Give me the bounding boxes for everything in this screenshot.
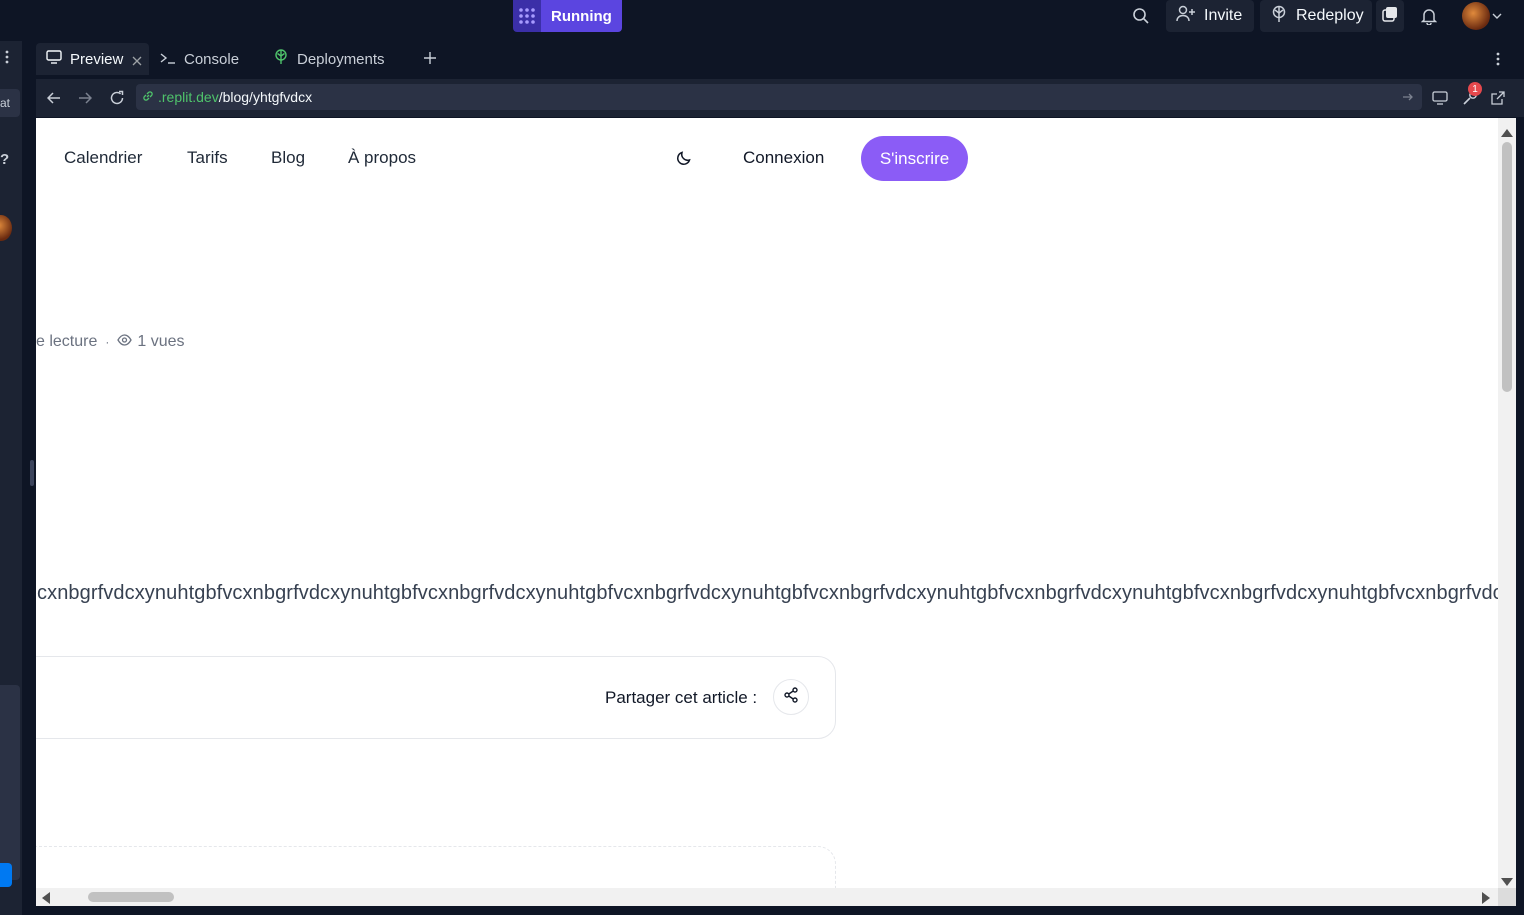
scroll-right-icon[interactable] — [1482, 891, 1490, 909]
redeploy-label: Redeploy — [1296, 7, 1364, 24]
chevron-down-icon[interactable] — [1490, 5, 1504, 27]
sidebar-help-fragment: ? — [0, 151, 10, 168]
sidebar-avatar[interactable] — [0, 215, 12, 241]
sidebar-panel — [0, 685, 20, 880]
top-app-bar: Running Invite Redeploy — [0, 0, 1524, 41]
share-label: Partager cet article : — [605, 688, 758, 707]
left-sidebar-strip: at ? — [0, 41, 22, 915]
tab-preview-label: Preview — [70, 50, 124, 68]
comment-card — [36, 846, 836, 888]
layout-toggle-button[interactable] — [1376, 0, 1404, 32]
scroll-corner — [1498, 888, 1516, 906]
forward-arrow-icon[interactable] — [74, 87, 96, 109]
share-icon — [783, 686, 799, 708]
back-arrow-icon[interactable] — [43, 87, 65, 109]
sidebar-chat-label: at — [0, 96, 11, 110]
view-count: 1 vues — [137, 333, 185, 350]
nav-link-calendrier[interactable]: Calendrier — [64, 148, 142, 168]
share-button[interactable] — [773, 679, 809, 715]
scroll-left-icon[interactable] — [42, 891, 50, 909]
grid-icon — [513, 0, 541, 32]
tab-console-label: Console — [184, 50, 240, 68]
horizontal-scrollbar[interactable] — [36, 888, 1498, 906]
add-tab-icon[interactable] — [424, 51, 436, 69]
sidebar-send-button[interactable] — [0, 863, 12, 887]
devices-icon[interactable] — [1429, 87, 1451, 109]
tab-console[interactable]: Console — [150, 43, 260, 75]
moon-icon[interactable] — [676, 150, 692, 171]
tab-deployments[interactable]: Deployments — [263, 43, 411, 75]
open-new-tab-icon[interactable] — [1487, 87, 1509, 109]
scroll-up-icon[interactable] — [1501, 124, 1513, 142]
notification-badge: 1 — [1468, 82, 1482, 96]
deploy-icon — [1270, 5, 1288, 28]
sidebar-chat-item[interactable]: at — [0, 89, 20, 117]
bell-icon[interactable] — [1417, 5, 1441, 27]
terminal-icon — [160, 51, 176, 68]
close-icon[interactable] — [132, 53, 142, 71]
invite-button[interactable]: Invite — [1166, 0, 1254, 32]
windows-icon — [1382, 6, 1398, 27]
resize-handle[interactable] — [30, 460, 34, 486]
user-avatar[interactable] — [1462, 2, 1490, 30]
signup-button[interactable]: S'inscrire — [861, 136, 968, 181]
more-vertical-icon[interactable] — [5, 50, 9, 69]
url-input[interactable]: .replit.dev/blog/yhtgfvdcx — [136, 84, 1422, 110]
login-button[interactable]: Connexion — [743, 148, 824, 168]
horizontal-scroll-thumb[interactable] — [88, 892, 174, 902]
vertical-scrollbar[interactable] — [1498, 118, 1516, 888]
reload-icon[interactable] — [106, 87, 128, 109]
invite-label: Invite — [1204, 7, 1243, 24]
article-body-text: cxnbgrfvdcxynuhtgbfvcxnbgrfvdcxynuhtgbfv… — [37, 582, 1498, 604]
preview-toolbar: .replit.dev/blog/yhtgfvdcx 1 — [36, 79, 1524, 117]
tab-deployments-label: Deployments — [297, 50, 385, 68]
run-status-button[interactable]: Running — [513, 0, 622, 32]
meta-separator: · — [105, 335, 110, 349]
preview-viewport: Calendrier Tarifs Blog À propos Connexio… — [36, 118, 1498, 888]
redeploy-button[interactable]: Redeploy — [1260, 0, 1372, 32]
share-card: Partager cet article : — [36, 656, 836, 739]
pane-tabs: Preview Console Deployments — [36, 41, 1524, 77]
more-vertical-icon[interactable] — [1496, 52, 1500, 71]
reading-time: e lecture — [36, 333, 98, 350]
url-host: .replit.dev — [158, 89, 219, 105]
monitor-icon — [46, 50, 62, 68]
run-status-label: Running — [541, 0, 622, 32]
url-path: /blog/yhtgfvdcx — [218, 89, 313, 105]
deploy-icon — [273, 49, 289, 69]
eye-icon — [117, 333, 133, 351]
go-arrow-icon[interactable] — [1402, 90, 1414, 106]
article-meta: e lecture · 1 vues — [36, 333, 185, 351]
nav-link-blog[interactable]: Blog — [271, 148, 305, 168]
search-icon[interactable] — [1129, 5, 1153, 27]
vertical-scroll-thumb[interactable] — [1502, 142, 1512, 392]
nav-link-tarifs[interactable]: Tarifs — [187, 148, 228, 168]
link-icon — [142, 89, 154, 105]
nav-link-a-propos[interactable]: À propos — [348, 148, 416, 168]
add-user-icon — [1176, 5, 1196, 28]
